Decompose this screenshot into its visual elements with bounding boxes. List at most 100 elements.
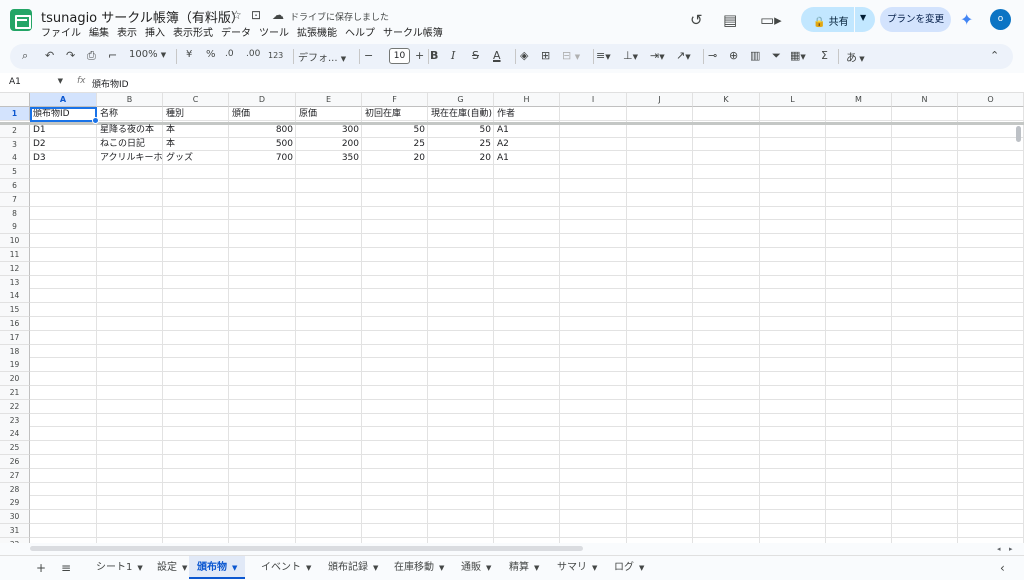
active-cell-selection[interactable] [30, 107, 99, 124]
column-header-b[interactable]: B [97, 93, 163, 107]
cell-g2[interactable]: 50 [428, 124, 494, 137]
row-header-14[interactable]: 14 [0, 289, 30, 304]
column-header-j[interactable]: J [627, 93, 693, 107]
row-header-5[interactable]: 5 [0, 165, 30, 180]
chevron-down-icon[interactable]: ▼ [486, 564, 491, 572]
filter-views-icon[interactable]: ▦▼ [790, 49, 806, 62]
decrease-decimal-button[interactable]: .0 [225, 49, 234, 59]
row-header-26[interactable]: 26 [0, 455, 30, 469]
row-header-13[interactable]: 13 [0, 275, 30, 290]
paint-format-icon[interactable]: ⌐ [108, 49, 117, 62]
borders-icon[interactable]: ⊞ [541, 49, 550, 62]
row-header-18[interactable]: 18 [0, 344, 30, 359]
column-header-n[interactable]: N [892, 93, 958, 107]
search-icon[interactable]: ⌕ [22, 49, 28, 63]
menu-data[interactable]: データ [221, 28, 251, 39]
add-sheet-icon[interactable]: + [36, 561, 46, 575]
row-header-11[interactable]: 11 [0, 248, 30, 262]
menu-format[interactable]: 表示形式 [173, 28, 213, 39]
menu-edit[interactable]: 編集 [89, 28, 109, 39]
menu-circle-ledger[interactable]: サークル帳簿 [383, 28, 443, 39]
functions-button[interactable]: Σ [821, 49, 828, 62]
cell-f3[interactable]: 25 [362, 138, 428, 151]
chevron-down-icon[interactable]: ▼ [306, 564, 311, 572]
insert-chart-icon[interactable]: ▥ [750, 49, 760, 62]
sheet-tab-6[interactable]: 在庫移動 ▼ [394, 556, 444, 579]
column-header-c[interactable]: C [163, 93, 229, 107]
row-header-2[interactable]: 2 [0, 123, 30, 138]
menu-insert[interactable]: 挿入 [145, 28, 165, 39]
change-plan-button[interactable]: プランを変更 [880, 7, 951, 32]
collapse-toolbar-icon[interactable]: ⌃ [990, 49, 999, 62]
row-header-15[interactable]: 15 [0, 303, 30, 318]
spreadsheet-grid[interactable]: A B C D E F G H I J K L M N O 1 2 3 4 5 6 7 8 9 10 11 12 13 14 15 16 17… [0, 93, 1024, 543]
scroll-right-icon[interactable]: ▸ [1009, 545, 1013, 553]
input-tools-select[interactable]: あ ▼ [846, 49, 865, 65]
vertical-align-icon[interactable]: ⊥▼ [623, 49, 638, 62]
account-avatar[interactable]: o [990, 9, 1011, 30]
row-header-1[interactable]: 1 [0, 107, 30, 121]
row-header-23[interactable]: 23 [0, 413, 30, 428]
insert-link-icon[interactable]: ⊸ [708, 49, 717, 62]
cell-g4[interactable]: 20 [428, 152, 494, 165]
column-header-i[interactable]: I [560, 93, 627, 107]
chevron-down-icon[interactable]: ▼ [639, 564, 644, 572]
column-header-l[interactable]: L [760, 93, 826, 107]
font-size-decrease-icon[interactable]: − [364, 49, 373, 62]
gemini-sparkle-icon[interactable]: ✦ [960, 10, 973, 29]
row-header-25[interactable]: 25 [0, 441, 30, 456]
save-status[interactable]: ドライブに保存しました [290, 10, 389, 23]
bold-button[interactable]: B [430, 49, 438, 62]
cell-f1[interactable]: 初回在庫 [362, 108, 428, 121]
row-header-12[interactable]: 12 [0, 261, 30, 276]
menu-help[interactable]: ヘルプ [345, 28, 375, 39]
sheet-tab-2[interactable]: 設定 ▼ [157, 556, 187, 579]
currency-format-button[interactable]: ¥ [186, 49, 192, 60]
row-header-4[interactable]: 4 [0, 151, 30, 166]
row-header-10[interactable]: 10 [0, 234, 30, 249]
font-size-input[interactable]: 10 [389, 48, 410, 64]
row-header-31[interactable]: 31 [0, 524, 30, 538]
horizontal-align-icon[interactable]: ≡▼ [596, 49, 611, 62]
row-header-32[interactable]: 32 [0, 537, 30, 543]
row-header-16[interactable]: 16 [0, 317, 30, 331]
column-header-m[interactable]: M [826, 93, 892, 107]
sheet-tab-3[interactable]: 頒布物 ▼ [189, 556, 246, 579]
cell-c4[interactable]: グッズ [163, 152, 229, 165]
name-box-dropdown-icon[interactable]: ▼ [58, 77, 63, 85]
row-header-8[interactable]: 8 [0, 206, 30, 221]
text-color-button[interactable]: A [493, 49, 501, 62]
sheets-logo-icon[interactable] [10, 9, 32, 31]
print-icon[interactable]: ⎙ [87, 49, 96, 63]
cell-a3[interactable]: D2 [30, 138, 97, 151]
percent-format-button[interactable]: % [206, 49, 216, 60]
cell-e1[interactable]: 原価 [296, 108, 362, 121]
formula-input[interactable]: 頒布物ID [92, 77, 129, 90]
row-header-29[interactable]: 29 [0, 496, 30, 511]
cell-h2[interactable]: A1 [494, 124, 560, 137]
sheet-tab-8[interactable]: 精算 ▼ [509, 556, 539, 579]
cell-a2[interactable]: D1 [30, 124, 97, 137]
row-header-24[interactable]: 24 [0, 427, 30, 442]
cell-f2[interactable]: 50 [362, 124, 428, 137]
sheet-tab-9[interactable]: サマリ ▼ [557, 556, 597, 579]
cell-g3[interactable]: 25 [428, 138, 494, 151]
increase-decimal-button[interactable]: .00 [246, 49, 260, 59]
column-header-o[interactable]: O [958, 93, 1024, 107]
cell-a4[interactable]: D3 [30, 152, 97, 165]
row-header-22[interactable]: 22 [0, 399, 30, 414]
filter-icon[interactable]: ⏷ [772, 49, 781, 63]
number-format-button[interactable]: 123 [268, 51, 283, 60]
chevron-down-icon[interactable]: ▼ [137, 564, 142, 572]
meet-video-icon[interactable]: ▭▸ [760, 11, 782, 29]
chevron-down-icon[interactable]: ▼ [534, 564, 539, 572]
column-header-e[interactable]: E [296, 93, 362, 107]
cell-h4[interactable]: A1 [494, 152, 560, 165]
chevron-down-icon[interactable]: ▼ [232, 564, 237, 572]
row-header-6[interactable]: 6 [0, 179, 30, 193]
cell-h3[interactable]: A2 [494, 138, 560, 151]
cell-h1[interactable]: 作者 [494, 108, 560, 121]
horizontal-scrollbar[interactable] [30, 546, 583, 551]
fill-color-icon[interactable]: ◈ [520, 49, 528, 62]
cell-c3[interactable]: 本 [163, 138, 229, 151]
